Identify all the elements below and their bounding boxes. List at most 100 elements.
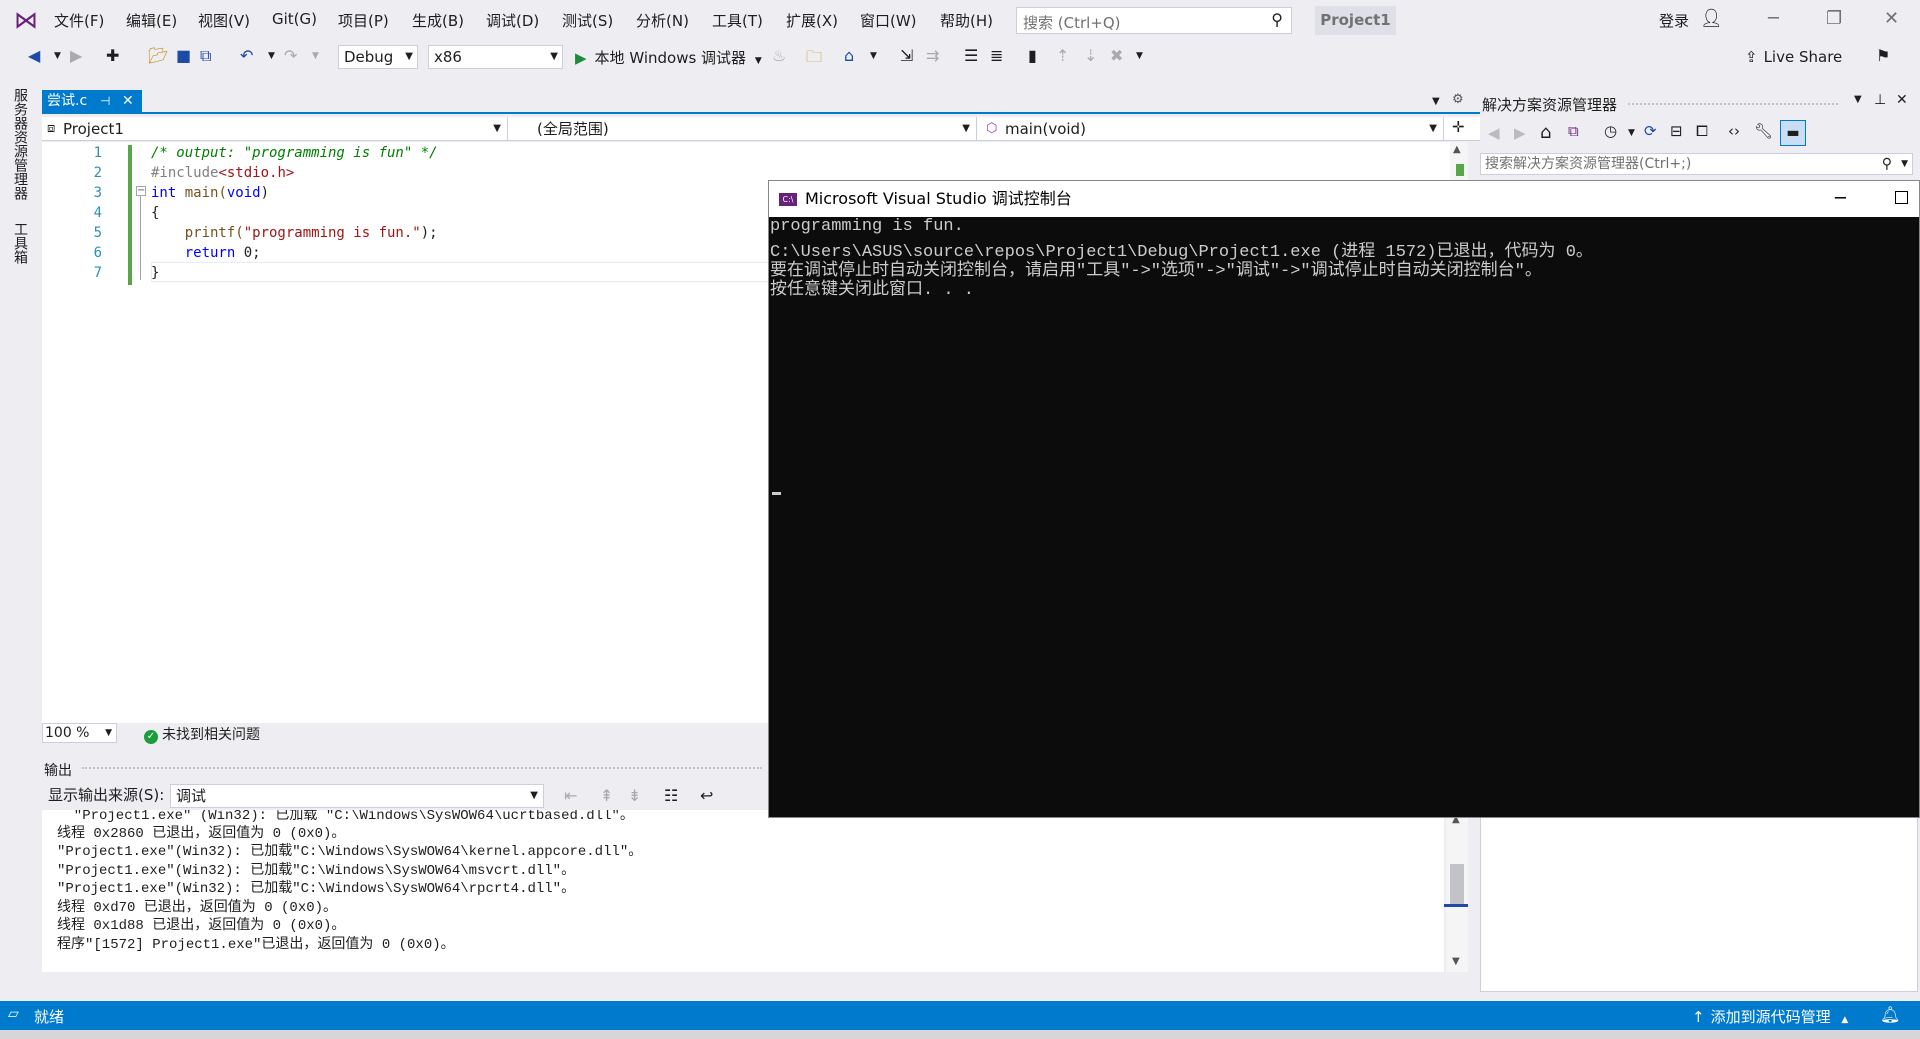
solution-home-icon[interactable]: ⌂ [844, 46, 854, 65]
word-wrap-icon[interactable]: ↩ [700, 786, 713, 805]
menu-test[interactable]: 测试(S) [562, 10, 613, 31]
menu-extensions[interactable]: 扩展(X) [786, 10, 838, 31]
menu-view[interactable]: 视图(V) [198, 10, 250, 31]
toolbar-overflow-icon[interactable]: ▼ [1136, 51, 1143, 61]
close-icon[interactable]: ✕ [122, 90, 134, 113]
toolbar-dropdown-icon[interactable]: ▼ [870, 51, 877, 61]
properties-icon[interactable]: 🔧︎ [1754, 122, 1773, 140]
window-position-icon[interactable]: ▼ [1854, 94, 1862, 105]
split-window-icon[interactable]: ✛ [1452, 118, 1465, 136]
live-share-button[interactable]: ⇪ Live Share [1745, 48, 1842, 66]
platform-select[interactable]: x86 ▼ [428, 45, 563, 69]
document-tab[interactable]: 尝试.c ⊣ ✕ [42, 90, 142, 113]
clear-all-icon[interactable]: ☷ [664, 786, 678, 805]
collapse-icon[interactable]: − [136, 186, 146, 196]
chevron-down-icon[interactable]: ▼ [1901, 154, 1908, 174]
solution-search-input[interactable]: 搜索解决方案资源管理器(Ctrl+;) ⚲ ▼ [1480, 153, 1913, 175]
login-link[interactable]: 登录 [1659, 10, 1689, 31]
home-icon[interactable]: ⌂ [1540, 122, 1551, 143]
view-code-icon[interactable]: ‹› [1728, 122, 1740, 140]
scroll-thumb[interactable] [1450, 864, 1464, 904]
menu-window[interactable]: 窗口(W) [860, 10, 917, 31]
tab-list-dropdown-icon[interactable]: ▼ [1432, 96, 1440, 107]
search-input[interactable]: 搜索 (Ctrl+Q) ⚲ [1016, 7, 1292, 34]
preview-selected-icon[interactable]: ▬ [1780, 120, 1806, 146]
prev-bookmark-icon[interactable]: ⇡ [1056, 46, 1069, 65]
console-app-icon: C:\ [779, 193, 797, 206]
back-icon[interactable]: ◀ [28, 46, 40, 65]
close-icon[interactable]: ✕ [1896, 92, 1908, 108]
maximize-icon[interactable] [1895, 191, 1908, 204]
pending-changes-icon[interactable]: ◷ [1604, 122, 1617, 140]
save-icon[interactable]: ■ [176, 46, 191, 65]
new-project-icon[interactable]: ✚ [106, 46, 119, 65]
bookmark-icon[interactable]: ▮ [1028, 46, 1037, 65]
menu-file[interactable]: 文件(F) [54, 10, 104, 31]
configuration-select[interactable]: Debug ▼ [338, 45, 418, 69]
issues-indicator[interactable]: ✓ 未找到相关问题 [144, 724, 260, 744]
undo-dropdown-icon[interactable]: ▼ [268, 51, 275, 61]
debug-console-window[interactable]: C:\ Microsoft Visual Studio 调试控制台 ─ progr… [768, 180, 1920, 818]
window-restore-button[interactable]: ❐ [1826, 8, 1842, 29]
back-icon[interactable]: ◀ [1488, 124, 1500, 142]
member-select[interactable]: ⬡ main(void) ▼ [980, 117, 1444, 141]
redo-icon[interactable]: ↷ [284, 46, 297, 65]
toolbox-tab[interactable]: 工具箱 [10, 222, 30, 264]
zoom-select[interactable]: 100 % ▼ [42, 723, 117, 743]
find-message-icon[interactable]: ⇤ [564, 786, 577, 805]
back-dropdown-icon[interactable]: ▼ [54, 51, 61, 61]
scope-select[interactable]: (全局范围) ▼ [512, 117, 977, 141]
comment-lines-icon[interactable]: ☰ [964, 46, 978, 65]
chevron-up-icon: ▲ [1841, 1015, 1849, 1025]
forward-icon[interactable]: ▶ [1514, 124, 1526, 142]
notifications-icon[interactable]: 🔔︎ [1880, 1005, 1900, 1024]
hot-reload-icon[interactable]: ♨ [772, 46, 786, 65]
forward-icon[interactable]: ▶ [70, 46, 82, 65]
project-select[interactable]: ⧈ Project1 ▼ [42, 117, 508, 141]
pin-icon[interactable]: ⊥ [1874, 92, 1886, 108]
uncomment-lines-icon[interactable]: ≣ [990, 46, 1003, 65]
gear-icon[interactable]: ⚙ [1452, 92, 1464, 107]
menu-tools[interactable]: 工具(T) [712, 10, 763, 31]
account-icon[interactable]: 👤︎ [1700, 8, 1723, 29]
sync-icon[interactable]: ⟳ [1644, 122, 1657, 140]
vs-logo-icon[interactable]: ⋈ [14, 6, 38, 34]
menu-help[interactable]: 帮助(H) [940, 10, 993, 31]
menu-build[interactable]: 生成(B) [412, 10, 464, 31]
chevron-down-icon[interactable]: ▼ [1628, 128, 1635, 138]
menu-edit[interactable]: 编辑(E) [126, 10, 177, 31]
pin-icon[interactable]: ⊣ [100, 90, 110, 113]
chevron-down-icon[interactable]: ▼ [755, 56, 762, 66]
open-file-icon[interactable]: 📂︎ [148, 46, 168, 65]
prev-message-icon[interactable]: ⇞ [600, 786, 613, 805]
step-over-icon[interactable]: ⇉ [926, 46, 939, 65]
minimize-icon[interactable]: ─ [1835, 181, 1846, 217]
scroll-down-icon[interactable]: ▼ [1452, 956, 1460, 967]
menu-project[interactable]: 项目(P) [338, 10, 389, 31]
browse-folder-icon[interactable]: 🗀︎ [806, 46, 822, 73]
menu-debug[interactable]: 调试(D) [486, 10, 539, 31]
output-text-area[interactable]: "Project1.exe" (Win32): 已加载 "C:\Windows\… [42, 810, 1444, 972]
undo-icon[interactable]: ↶ [240, 46, 253, 65]
window-minimize-button[interactable]: ─ [1768, 8, 1779, 29]
scroll-up-icon[interactable]: ▲ [1453, 144, 1461, 155]
server-explorer-tab[interactable]: 服务器资源管理器 [10, 88, 30, 200]
next-message-icon[interactable]: ⇟ [628, 786, 641, 805]
start-debugging-button[interactable]: ▶ 本地 Windows 调试器 ▼ [575, 47, 762, 68]
show-all-files-icon[interactable]: ⧠ [1696, 122, 1708, 140]
window-close-button[interactable]: ✕ [1884, 8, 1899, 29]
feedback-icon[interactable]: ⚑ [1876, 46, 1890, 65]
source-control-button[interactable]: ↑ 添加到源代码管理 ▲ [1692, 1006, 1848, 1027]
step-into-icon[interactable]: ⇲ [900, 46, 913, 65]
redo-dropdown-icon[interactable]: ▼ [312, 51, 319, 61]
switch-views-icon[interactable]: ⧉ [1568, 122, 1579, 140]
save-all-icon[interactable]: ⧉ [200, 46, 211, 66]
collapse-all-icon[interactable]: ⊟ [1670, 122, 1683, 140]
output-source-select[interactable]: 调试 ▼ [170, 784, 544, 808]
menu-git[interactable]: Git(G) [272, 10, 317, 28]
console-title-bar[interactable]: C:\ Microsoft Visual Studio 调试控制台 ─ [769, 181, 1919, 217]
menu-analyze[interactable]: 分析(N) [636, 10, 689, 31]
output-window-icon[interactable]: ▱ [8, 1006, 19, 1022]
clear-bookmarks-icon[interactable]: ✖ [1110, 46, 1123, 65]
next-bookmark-icon[interactable]: ⇣ [1084, 46, 1097, 65]
